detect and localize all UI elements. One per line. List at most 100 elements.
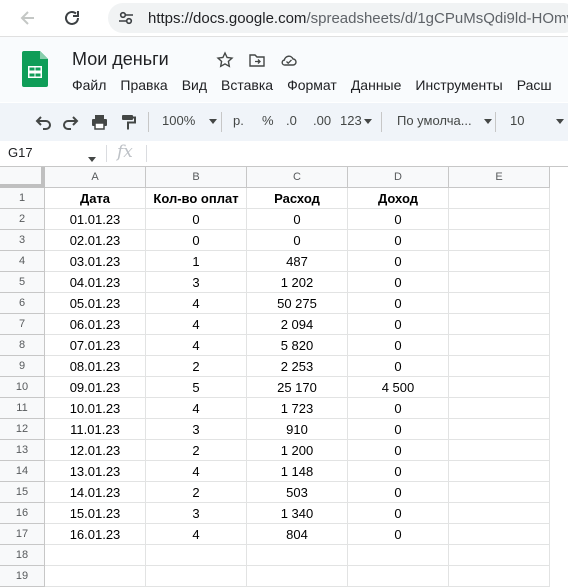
table-cell[interactable]: 2 [146, 482, 247, 503]
table-cell[interactable]: 2 094 [247, 314, 348, 335]
row-header[interactable]: 1 [0, 188, 45, 209]
table-cell[interactable]: 5 [146, 377, 247, 398]
header-cell[interactable]: Кол-во оплат [146, 188, 247, 209]
table-cell[interactable]: 0 [348, 482, 449, 503]
table-cell[interactable] [146, 545, 247, 566]
undo-icon[interactable] [34, 114, 52, 133]
increase-decimal-button[interactable]: .00 [313, 113, 331, 128]
row-header[interactable]: 10 [0, 377, 45, 398]
table-cell[interactable] [449, 461, 550, 482]
table-cell[interactable]: 0 [247, 230, 348, 251]
row-header[interactable]: 6 [0, 293, 45, 314]
back-arrow-icon[interactable] [18, 8, 38, 28]
header-cell[interactable]: Доход [348, 188, 449, 209]
table-cell[interactable]: 4 [146, 398, 247, 419]
table-cell[interactable]: 0 [348, 524, 449, 545]
menu-edit[interactable]: Правка [120, 77, 167, 93]
currency-format-button[interactable]: р. [233, 113, 244, 128]
table-cell[interactable] [449, 566, 550, 587]
table-cell[interactable]: 5 820 [247, 335, 348, 356]
table-cell[interactable]: 2 [146, 356, 247, 377]
row-header[interactable]: 19 [0, 566, 45, 587]
table-cell[interactable] [449, 251, 550, 272]
table-cell[interactable]: 05.01.23 [45, 293, 146, 314]
table-cell[interactable]: 12.01.23 [45, 440, 146, 461]
row-header[interactable]: 7 [0, 314, 45, 335]
table-cell[interactable] [45, 566, 146, 587]
decrease-decimal-button[interactable]: .0 [286, 113, 297, 128]
table-cell[interactable]: 503 [247, 482, 348, 503]
table-cell[interactable]: 4 500 [348, 377, 449, 398]
row-header[interactable]: 2 [0, 209, 45, 230]
table-cell[interactable]: 0 [348, 314, 449, 335]
column-header-c[interactable]: C [247, 167, 348, 188]
table-cell[interactable]: 0 [348, 209, 449, 230]
table-cell[interactable]: 13.01.23 [45, 461, 146, 482]
table-cell[interactable]: 10.01.23 [45, 398, 146, 419]
table-cell[interactable]: 1 340 [247, 503, 348, 524]
font-select[interactable]: По умолча... [397, 113, 492, 128]
table-cell[interactable]: 25 170 [247, 377, 348, 398]
table-cell[interactable] [449, 293, 550, 314]
table-cell[interactable]: 04.01.23 [45, 272, 146, 293]
table-cell[interactable]: 1 723 [247, 398, 348, 419]
table-cell[interactable]: 0 [348, 440, 449, 461]
table-cell[interactable]: 3 [146, 272, 247, 293]
row-header[interactable]: 16 [0, 503, 45, 524]
table-cell[interactable]: 0 [348, 293, 449, 314]
table-cell[interactable]: 0 [247, 209, 348, 230]
table-cell[interactable] [247, 545, 348, 566]
header-cell[interactable] [449, 188, 550, 209]
more-formats-select[interactable]: 123 [340, 113, 372, 128]
table-cell[interactable]: 0 [348, 419, 449, 440]
star-icon[interactable] [216, 51, 234, 69]
table-cell[interactable]: 0 [348, 503, 449, 524]
table-cell[interactable] [449, 230, 550, 251]
table-cell[interactable]: 0 [348, 272, 449, 293]
row-header[interactable]: 3 [0, 230, 45, 251]
menu-tools[interactable]: Инструменты [415, 77, 502, 93]
table-cell[interactable] [449, 545, 550, 566]
print-icon[interactable] [91, 114, 108, 133]
table-cell[interactable]: 1 200 [247, 440, 348, 461]
column-header-e[interactable]: E [449, 167, 550, 188]
menu-extensions[interactable]: Расш [517, 77, 552, 93]
table-cell[interactable]: 0 [146, 209, 247, 230]
table-cell[interactable]: 07.01.23 [45, 335, 146, 356]
table-cell[interactable]: 09.01.23 [45, 377, 146, 398]
menu-format[interactable]: Формат [287, 77, 337, 93]
row-header[interactable]: 11 [0, 398, 45, 419]
table-cell[interactable] [449, 398, 550, 419]
table-cell[interactable] [348, 566, 449, 587]
reload-icon[interactable] [62, 8, 82, 28]
table-cell[interactable]: 0 [348, 356, 449, 377]
move-folder-icon[interactable] [248, 51, 266, 69]
table-cell[interactable]: 910 [247, 419, 348, 440]
table-cell[interactable] [449, 209, 550, 230]
row-header[interactable]: 17 [0, 524, 45, 545]
table-cell[interactable]: 487 [247, 251, 348, 272]
paint-format-icon[interactable] [120, 114, 136, 133]
column-header-b[interactable]: B [146, 167, 247, 188]
table-cell[interactable]: 0 [348, 335, 449, 356]
table-cell[interactable] [449, 314, 550, 335]
address-bar[interactable]: https://docs.google.com/spreadsheets/d/1… [108, 3, 568, 33]
table-cell[interactable] [449, 419, 550, 440]
document-title[interactable]: Мои деньги [72, 49, 169, 70]
table-cell[interactable] [449, 377, 550, 398]
row-header[interactable]: 8 [0, 335, 45, 356]
table-cell[interactable]: 2 253 [247, 356, 348, 377]
table-cell[interactable]: 4 [146, 461, 247, 482]
percent-format-button[interactable]: % [262, 113, 274, 128]
site-info-icon[interactable] [118, 10, 134, 26]
row-header[interactable]: 14 [0, 461, 45, 482]
table-cell[interactable]: 4 [146, 293, 247, 314]
table-cell[interactable] [348, 545, 449, 566]
row-header[interactable]: 5 [0, 272, 45, 293]
redo-icon[interactable] [62, 114, 80, 133]
table-cell[interactable]: 1 202 [247, 272, 348, 293]
column-header-a[interactable]: A [45, 167, 146, 188]
menu-insert[interactable]: Вставка [221, 77, 273, 93]
table-cell[interactable] [247, 566, 348, 587]
table-cell[interactable]: 4 [146, 335, 247, 356]
